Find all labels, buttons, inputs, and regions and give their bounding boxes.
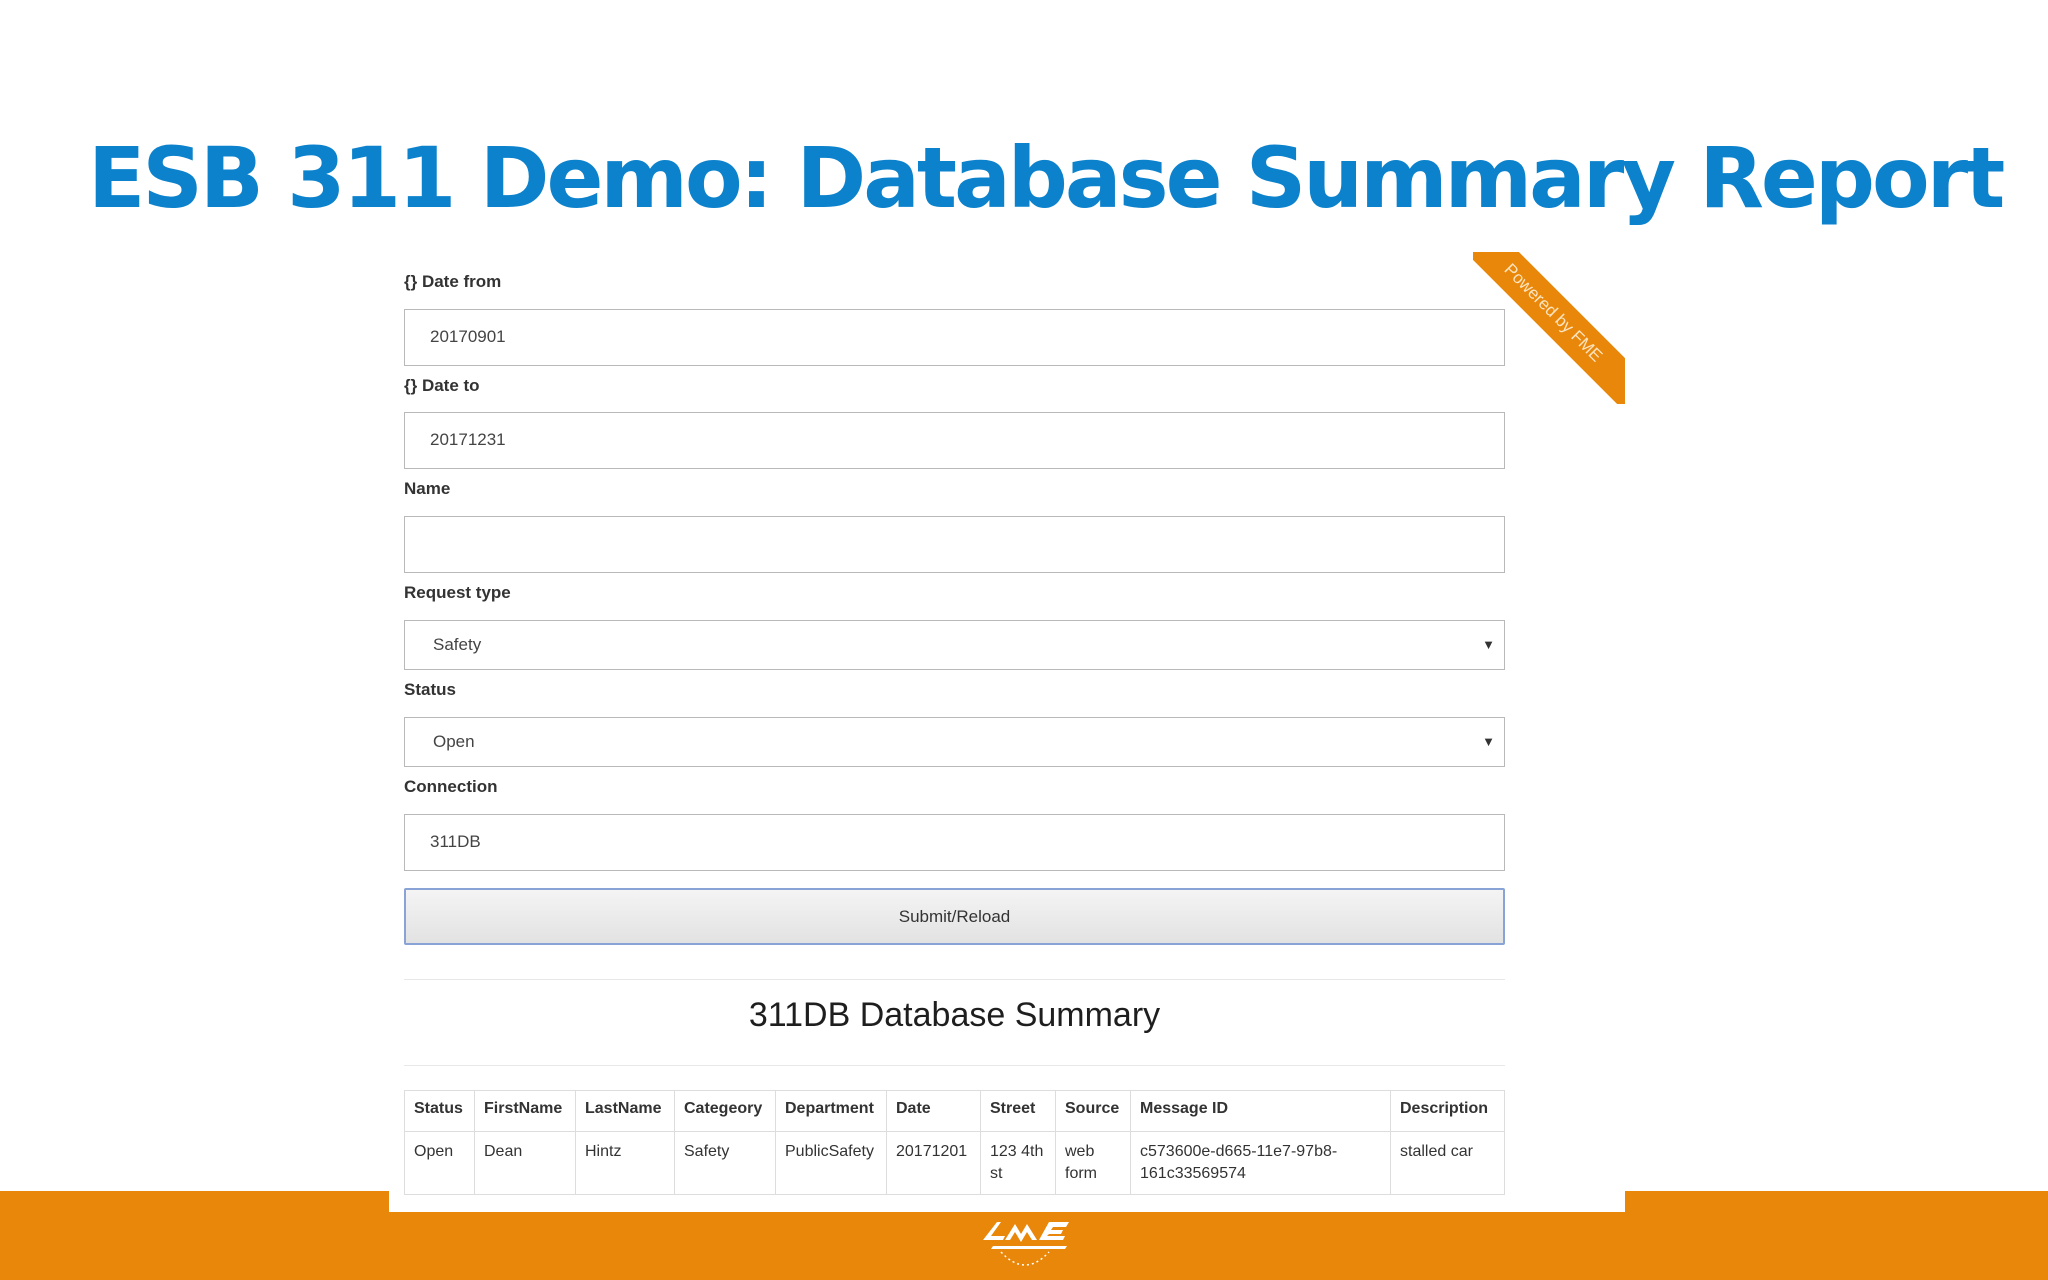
column-header: Source xyxy=(1055,1090,1131,1132)
status-select[interactable]: Open ▼ xyxy=(404,717,1505,767)
cell-lastname: Hintz xyxy=(575,1131,675,1195)
name-input[interactable] xyxy=(404,516,1505,573)
cell-status: Open xyxy=(404,1131,475,1195)
request-type-select[interactable]: Safety ▼ xyxy=(404,620,1505,670)
connection-input[interactable]: 311DB xyxy=(404,814,1505,871)
cell-category: Safety xyxy=(674,1131,776,1195)
column-header: Date xyxy=(886,1090,981,1132)
cell-firstname: Dean xyxy=(474,1131,576,1195)
request-type-label: Request type xyxy=(404,583,511,602)
column-header: Message ID xyxy=(1130,1090,1391,1132)
report-title: 311DB Database Summary xyxy=(748,996,1161,1034)
table-header-row: Status FirstName LastName Categeory Depa… xyxy=(404,1090,1505,1132)
column-header: FirstName xyxy=(474,1090,576,1132)
date-to-label: {} Date to xyxy=(404,376,480,395)
slide: ESB 311 Demo: Database Summary Report Po… xyxy=(0,0,2048,1280)
table-row: Open Dean Hintz Safety PublicSafety 2017… xyxy=(404,1131,1505,1195)
status-label: Status xyxy=(404,680,456,699)
column-header: Street xyxy=(980,1090,1056,1132)
cell-description: stalled car xyxy=(1390,1131,1505,1195)
slide-title: ESB 311 Demo: Database Summary Report xyxy=(88,129,2005,227)
column-header: Description xyxy=(1390,1090,1505,1132)
request-type-value: Safety xyxy=(433,635,482,654)
cell-source: web form xyxy=(1055,1131,1131,1195)
results-table: Status FirstName LastName Categeory Depa… xyxy=(404,1090,1505,1195)
cell-message-id: c573600e-d665-11e7-97b8-161c33569574 xyxy=(1130,1131,1391,1195)
form-screenshot: Powered by FME {} Date from 20170901 {} … xyxy=(389,252,1625,1212)
caret-down-icon: ▼ xyxy=(1482,637,1495,652)
name-label: Name xyxy=(404,479,451,498)
divider-top xyxy=(404,979,1505,980)
date-to-input[interactable]: 20171231 xyxy=(404,412,1505,469)
status-value: Open xyxy=(433,732,475,751)
connection-label: Connection xyxy=(404,777,498,796)
date-from-input[interactable]: 20170901 xyxy=(404,309,1505,366)
date-from-label: {} Date from xyxy=(404,272,502,291)
cell-street: 123 4th st xyxy=(980,1131,1056,1195)
caret-down-icon: ▼ xyxy=(1482,734,1495,749)
fme-logo-icon xyxy=(983,1222,1069,1266)
submit-reload-button[interactable]: Submit/Reload xyxy=(404,888,1505,945)
column-header: Categeory xyxy=(674,1090,776,1132)
cell-department: PublicSafety xyxy=(775,1131,887,1195)
divider-bottom xyxy=(404,1065,1505,1066)
column-header: Status xyxy=(404,1090,475,1132)
column-header: Department xyxy=(775,1090,887,1132)
cell-date: 20171201 xyxy=(886,1131,981,1195)
column-header: LastName xyxy=(575,1090,675,1132)
